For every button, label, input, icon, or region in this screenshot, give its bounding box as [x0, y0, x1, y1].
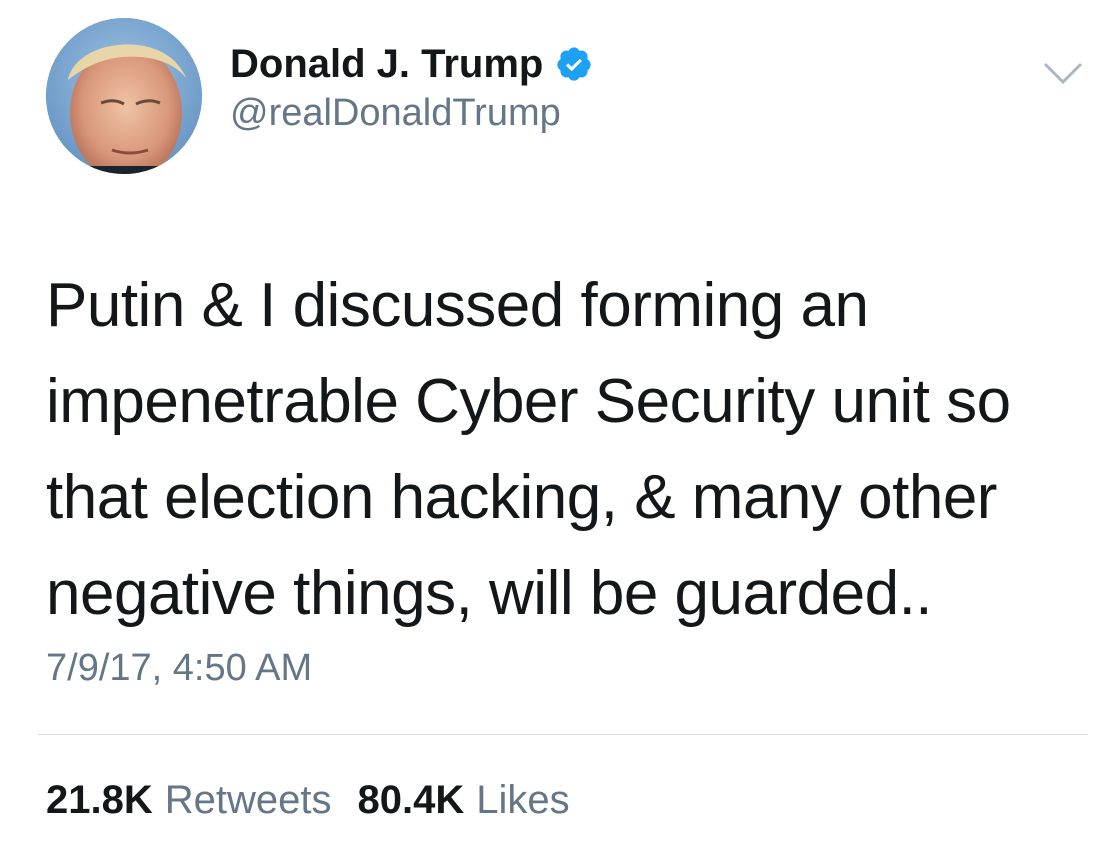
display-name[interactable]: Donald J. Trump — [230, 40, 543, 88]
tweet-stats: 21.8K Retweets 80.4K Likes — [46, 775, 596, 825]
retweets-label: Retweets — [164, 778, 332, 822]
likes-label: Likes — [476, 778, 570, 822]
handle[interactable]: @realDonaldTrump — [230, 90, 593, 136]
likes-count: 80.4K — [357, 778, 465, 822]
divider — [38, 734, 1088, 735]
verified-badge-icon — [555, 45, 593, 83]
likes-stat[interactable]: 80.4K Likes — [358, 775, 570, 825]
tweet-card: Donald J. Trump @realDonaldTrump Putin &… — [0, 0, 1111, 865]
avatar-portrait-icon — [46, 18, 202, 174]
tweet-text: Putin & I discussed forming an impenetra… — [46, 271, 1011, 628]
name-row: Donald J. Trump — [230, 40, 593, 88]
author-block: Donald J. Trump @realDonaldTrump — [230, 40, 593, 136]
avatar[interactable] — [46, 18, 202, 174]
chevron-down-icon[interactable] — [1042, 58, 1084, 88]
tweet-timestamp[interactable]: 7/9/17, 4:50 AM — [46, 644, 312, 692]
retweets-count: 21.8K — [46, 778, 153, 822]
retweets-stat[interactable]: 21.8K Retweets — [46, 775, 332, 825]
